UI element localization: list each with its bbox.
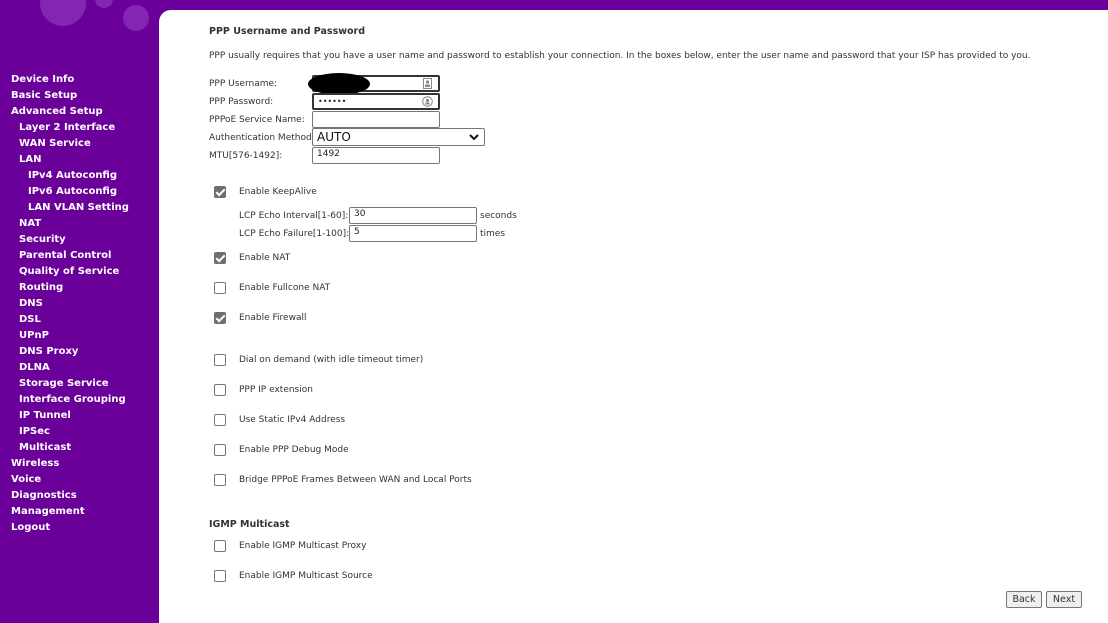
- enable-nat-label: Enable NAT: [239, 253, 291, 263]
- lcp-echo-interval-label: LCP Echo Interval[1-60]:: [239, 211, 349, 221]
- lcp-echo-failure-unit: times: [480, 229, 506, 239]
- igmp-section-title: IGMP Multicast: [209, 519, 290, 530]
- ppp-ip-extension-label: PPP IP extension: [239, 385, 313, 395]
- authentication-method-label: Authentication Method:: [209, 133, 315, 143]
- enable-fullcone-nat-label: Enable Fullcone NAT: [239, 283, 331, 293]
- lcp-echo-failure-label: LCP Echo Failure[1-100]:: [239, 229, 350, 239]
- sidebar-item-voice[interactable]: Voice: [11, 473, 41, 487]
- enable-igmp-multicast-proxy-checkbox[interactable]: [214, 540, 226, 552]
- mtu-input[interactable]: 1492: [312, 147, 440, 164]
- enable-igmp-multicast-source-checkbox[interactable]: [214, 570, 226, 582]
- decorative-bubble: [95, 0, 113, 8]
- pppoe-service-name-label: PPPoE Service Name:: [209, 115, 305, 125]
- sidebar-item-parental-control[interactable]: Parental Control: [19, 249, 111, 263]
- enable-keepalive-label: Enable KeepAlive: [239, 187, 317, 197]
- sidebar-item-interface-grouping[interactable]: Interface Grouping: [19, 393, 126, 407]
- sidebar-item-quality-of-service[interactable]: Quality of Service: [19, 265, 119, 279]
- lcp-echo-failure-input[interactable]: 5: [349, 225, 477, 242]
- next-button[interactable]: Next: [1046, 591, 1082, 608]
- ppp-section-title: PPP Username and Password: [209, 26, 366, 37]
- sidebar-item-management[interactable]: Management: [11, 505, 85, 519]
- header-strip: [0, 0, 1108, 10]
- authentication-method-select[interactable]: AUTO: [312, 128, 485, 146]
- sidebar-item-storage-service[interactable]: Storage Service: [19, 377, 109, 391]
- sidebar-item-dns-proxy[interactable]: DNS Proxy: [19, 345, 78, 359]
- enable-igmp-multicast-proxy-label: Enable IGMP Multicast Proxy: [239, 541, 367, 551]
- sidebar-item-ipv6-autoconfig[interactable]: IPv6 Autoconfig: [28, 185, 117, 199]
- sidebar-item-lan-vlan-setting[interactable]: LAN VLAN Setting: [28, 201, 129, 215]
- enable-ppp-debug-mode-checkbox[interactable]: [214, 444, 226, 456]
- ppp-password-label: PPP Password:: [209, 97, 274, 107]
- bridge-pppoe-frames-between-wan-and-local-ports-checkbox[interactable]: [214, 474, 226, 486]
- pppoe-service-name-input[interactable]: [312, 111, 440, 128]
- use-static-ipv4-address-checkbox[interactable]: [214, 414, 226, 426]
- dial-on-demand-with-idle-timeout-timer-label: Dial on demand (with idle timeout timer): [239, 355, 424, 365]
- dial-on-demand-with-idle-timeout-timer-checkbox[interactable]: [214, 354, 226, 366]
- sidebar-item-ip-tunnel[interactable]: IP Tunnel: [19, 409, 71, 423]
- enable-keepalive-checkbox[interactable]: [214, 186, 226, 198]
- sidebar-item-lan[interactable]: LAN: [19, 153, 41, 167]
- sidebar: Device Info Basic Setup Advanced Setup Laye…: [0, 0, 159, 623]
- chevron-down-icon: [469, 134, 479, 141]
- decorative-bubble: [123, 5, 149, 31]
- sidebar-item-dsl[interactable]: DSL: [19, 313, 41, 327]
- sidebar-item-upnp[interactable]: UPnP: [19, 329, 49, 343]
- enable-ppp-debug-mode-label: Enable PPP Debug Mode: [239, 445, 349, 455]
- enable-firewall-label: Enable Firewall: [239, 313, 307, 323]
- sidebar-item-multicast[interactable]: Multicast: [19, 441, 71, 455]
- ppp-username-label: PPP Username:: [209, 79, 278, 89]
- ppp-password-input[interactable]: ••••••: [312, 93, 440, 110]
- credentials-icon: [423, 78, 432, 89]
- sidebar-item-device-info[interactable]: Device Info: [11, 73, 74, 87]
- sidebar-item-routing[interactable]: Routing: [19, 281, 63, 295]
- enable-nat-checkbox[interactable]: [214, 252, 226, 264]
- lcp-echo-interval-input[interactable]: 30: [349, 207, 477, 224]
- sidebar-item-ipsec[interactable]: IPSec: [19, 425, 50, 439]
- use-static-ipv4-address-label: Use Static IPv4 Address: [239, 415, 346, 425]
- sidebar-item-ipv4-autoconfig[interactable]: IPv4 Autoconfig: [28, 169, 117, 183]
- password-reveal-icon[interactable]: [422, 96, 433, 107]
- authentication-method-value: AUTO: [317, 130, 351, 144]
- decorative-bubble: [40, 0, 86, 26]
- sidebar-item-basic-setup[interactable]: Basic Setup: [11, 89, 77, 103]
- sidebar-item-logout[interactable]: Logout: [11, 521, 50, 535]
- sidebar-item-dlna[interactable]: DLNA: [19, 361, 50, 375]
- ppp-ip-extension-checkbox[interactable]: [214, 384, 226, 396]
- ppp-description: PPP usually requires that you have a use…: [209, 51, 1031, 61]
- back-button[interactable]: Back: [1006, 591, 1042, 608]
- sidebar-item-security[interactable]: Security: [19, 233, 66, 247]
- sidebar-item-layer-2-interface[interactable]: Layer 2 Interface: [19, 121, 115, 135]
- main-panel: PPP Username and Password PPP usually re…: [159, 10, 1108, 623]
- enable-firewall-checkbox[interactable]: [214, 312, 226, 324]
- enable-igmp-multicast-source-label: Enable IGMP Multicast Source: [239, 571, 373, 581]
- bridge-pppoe-frames-between-wan-and-local-ports-label: Bridge PPPoE Frames Between WAN and Loca…: [239, 475, 472, 485]
- enable-fullcone-nat-checkbox[interactable]: [214, 282, 226, 294]
- lcp-echo-interval-unit: seconds: [480, 211, 517, 221]
- sidebar-item-nat[interactable]: NAT: [19, 217, 41, 231]
- mtu-label: MTU[576-1492]:: [209, 151, 283, 161]
- sidebar-item-dns[interactable]: DNS: [19, 297, 43, 311]
- sidebar-item-wireless[interactable]: Wireless: [11, 457, 59, 471]
- sidebar-item-wan-service[interactable]: WAN Service: [19, 137, 91, 151]
- sidebar-item-diagnostics[interactable]: Diagnostics: [11, 489, 77, 503]
- redaction-mark: [308, 73, 370, 95]
- sidebar-item-advanced-setup[interactable]: Advanced Setup: [11, 105, 103, 119]
